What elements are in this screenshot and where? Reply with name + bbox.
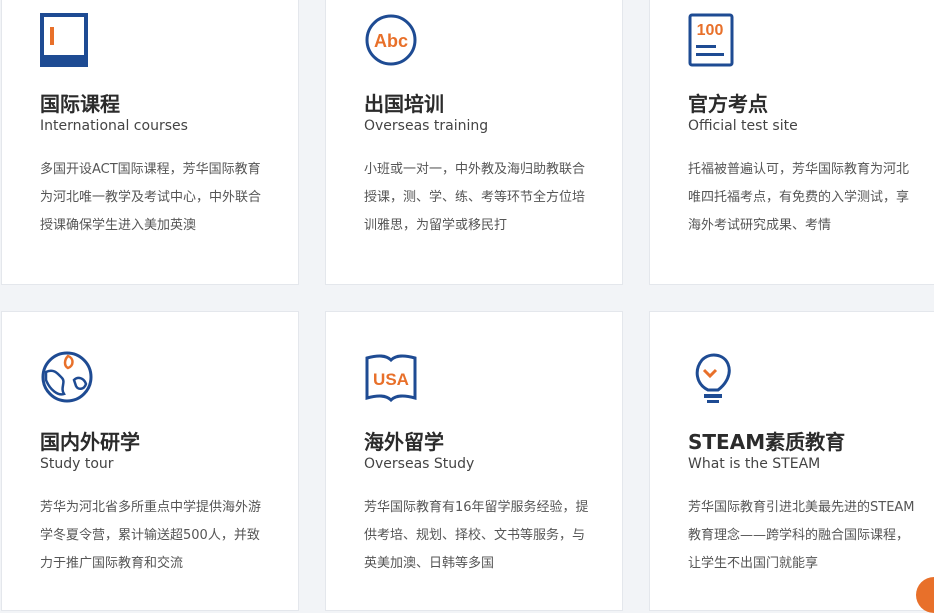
card-title: 国内外研学 xyxy=(40,430,140,454)
card-title: 官方考点 xyxy=(688,92,768,116)
course-card-steam[interactable]: STEAM素质教育 What is the STEAM 芳华国际教育引进北美最先… xyxy=(649,311,934,611)
abc-icon-text: Abc xyxy=(374,31,408,51)
card-description: 多国开设ACT国际课程，芳华国际教育为河北唯一教学及考试中心，中外联合授课确保学… xyxy=(40,162,262,233)
course-card-official-test-site[interactable]: 100 官方考点 Official test site 托福被普遍认可，芳华国际… xyxy=(649,0,934,285)
usa-book-icon: USA xyxy=(364,350,418,404)
card-subtitle: Overseas Study xyxy=(364,456,475,472)
card-subtitle: Official test site xyxy=(688,118,798,134)
lightbulb-icon xyxy=(688,350,742,404)
score-sheet-icon: 100 xyxy=(688,13,742,67)
card-description: 芳华国际教育有16年留学服务经验，提供考培、规划、择校、文书等服务，与英美加澳、… xyxy=(364,500,589,571)
card-subtitle: Overseas training xyxy=(364,118,489,134)
card-title: 国际课程 xyxy=(40,92,120,116)
course-card-international[interactable]: 国际课程 International courses 多国开设ACT国际课程，芳… xyxy=(1,0,299,285)
globe-icon xyxy=(40,350,94,404)
book-icon xyxy=(40,13,94,67)
card-subtitle: Study tour xyxy=(40,456,114,472)
card-description: 芳华为河北省多所重点中学提供海外游学冬夏令营，累计输送超500人，并致力于推广国… xyxy=(40,500,262,571)
card-subtitle: What is the STEAM xyxy=(688,456,821,472)
card-title: 出国培训 xyxy=(364,92,444,116)
course-card-overseas-study[interactable]: USA 海外留学 Overseas Study 芳华国际教育有16年留学服务经验… xyxy=(325,311,623,611)
card-subtitle: International courses xyxy=(40,118,188,134)
card-description: 托福被普遍认可，芳华国际教育为河北唯四托福考点，有免费的入学测试，享海外考试研究… xyxy=(688,162,910,233)
course-card-overseas-training[interactable]: Abc 出国培训 Overseas training 小班或一对一，中外教及海归… xyxy=(325,0,623,285)
abc-circle-icon: Abc xyxy=(364,13,418,67)
score-icon-text: 100 xyxy=(697,22,724,39)
course-card-study-tour[interactable]: 国内外研学 Study tour 芳华为河北省多所重点中学提供海外游学冬夏令营，… xyxy=(1,311,299,611)
card-title: 海外留学 xyxy=(364,430,444,454)
card-description: 芳华国际教育引进北美最先进的STEAM教育理念——跨学科的融合国际课程，让学生不… xyxy=(688,500,915,571)
card-title: STEAM素质教育 xyxy=(688,430,846,454)
usa-icon-text: USA xyxy=(373,370,409,389)
card-description: 小班或一对一，中外教及海归助教联合授课，测、学、练、考等环节全方位培训雅思，为留… xyxy=(364,162,586,233)
